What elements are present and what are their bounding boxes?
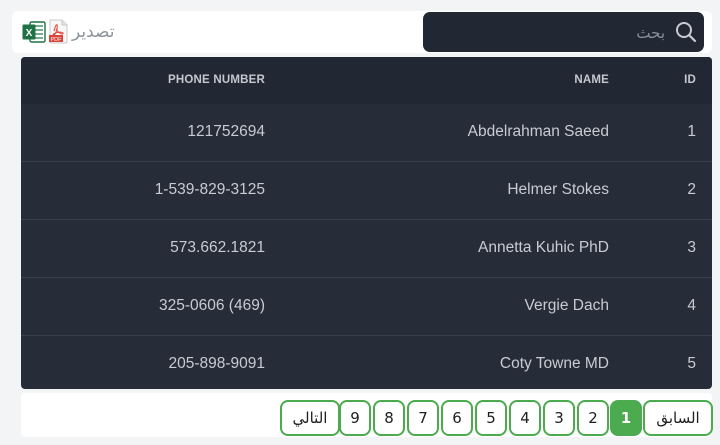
- page-3-button[interactable]: 3: [543, 400, 575, 436]
- cell-name: Abdelrahman Saeed: [467, 123, 609, 140]
- previous-page-button[interactable]: السابق: [643, 400, 713, 436]
- cell-id: 4: [687, 297, 696, 314]
- export-label[interactable]: تصدير: [72, 22, 115, 42]
- export-group: X PDF تصدير: [22, 19, 132, 45]
- cell-id: 2: [687, 181, 696, 198]
- search-input[interactable]: [433, 12, 667, 54]
- cell-phone: 1-539-829-3125: [154, 181, 265, 198]
- page-8-button[interactable]: 8: [373, 400, 405, 436]
- header-name[interactable]: NAME: [574, 74, 609, 86]
- cell-id: 5: [687, 355, 696, 372]
- table-row[interactable]: 1 Abdelrahman Saeed 121752694: [21, 104, 712, 162]
- cell-phone: 325-0606 (469): [159, 297, 265, 314]
- page-6-button[interactable]: 6: [441, 400, 473, 436]
- cell-name: Helmer Stokes: [507, 181, 609, 198]
- header-id[interactable]: ID: [684, 74, 696, 86]
- cell-id: 1: [687, 123, 696, 140]
- page-4-button[interactable]: 4: [509, 400, 541, 436]
- table-row[interactable]: 2 Helmer Stokes 1-539-829-3125: [21, 162, 712, 220]
- pdf-export-icon[interactable]: PDF: [49, 19, 68, 44]
- table-row[interactable]: 5 Coty Towne MD 205-898-9091: [21, 336, 712, 389]
- cell-name: Vergie Dach: [524, 297, 609, 314]
- cell-name: Coty Towne MD: [499, 355, 609, 372]
- excel-export-icon[interactable]: X: [22, 20, 46, 44]
- page-7-button[interactable]: 7: [407, 400, 439, 436]
- svg-text:PDF: PDF: [51, 37, 63, 43]
- svg-text:X: X: [26, 28, 33, 39]
- table-row[interactable]: 3 Annetta Kuhic PhD 573.662.1821: [21, 220, 712, 278]
- data-table: ID NAME PHONE NUMBER 1 Abdelrahman Saeed…: [21, 57, 712, 389]
- page-9-button[interactable]: 9: [339, 400, 371, 436]
- header-phone[interactable]: PHONE NUMBER: [168, 74, 265, 86]
- cell-phone: 573.662.1821: [170, 239, 265, 256]
- cell-name: Annetta Kuhic PhD: [478, 239, 609, 256]
- cell-phone: 205-898-9091: [168, 355, 265, 372]
- page-1-button-current[interactable]: 1: [610, 400, 642, 436]
- search-box: [423, 12, 704, 54]
- toolbar: X PDF تصدير: [12, 11, 712, 54]
- page-2-button[interactable]: 2: [577, 400, 609, 436]
- table-row[interactable]: 4 Vergie Dach 325-0606 (469): [21, 278, 712, 336]
- table-header: ID NAME PHONE NUMBER: [21, 57, 712, 104]
- page-5-button[interactable]: 5: [475, 400, 507, 436]
- next-page-button[interactable]: التالي: [280, 400, 340, 436]
- search-icon[interactable]: [675, 21, 697, 43]
- cell-id: 3: [687, 239, 696, 256]
- cell-phone: 121752694: [187, 123, 265, 140]
